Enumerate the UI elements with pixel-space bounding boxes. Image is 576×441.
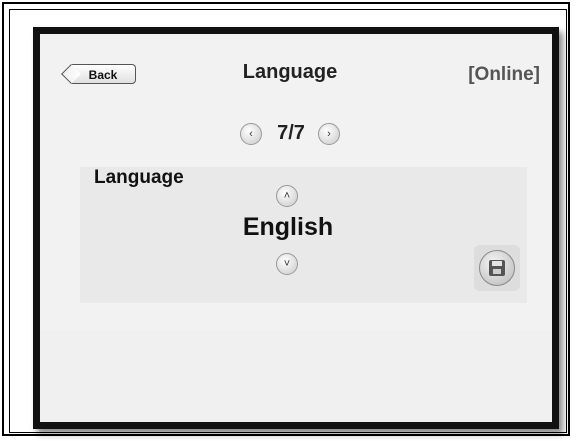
back-button-label: Back	[88, 68, 118, 82]
chevron-left-icon: ‹	[249, 128, 253, 140]
setting-label: Language	[94, 167, 184, 188]
setting-value: English	[242, 213, 334, 241]
blank-area	[40, 329, 552, 422]
device-screen: Back Language [Online] ‹ 7/7 › Language …	[33, 27, 559, 429]
connection-status: [Online]	[468, 64, 540, 85]
floppy-disk-icon	[489, 260, 505, 276]
chevron-down-icon: ˅	[283, 258, 291, 270]
setting-panel: Language ˄ English ˅	[80, 167, 527, 303]
back-button[interactable]: Back	[70, 64, 136, 84]
chevron-right-icon: ›	[327, 128, 331, 140]
save-button-disc	[479, 250, 515, 286]
chevron-up-icon: ˄	[283, 190, 291, 202]
save-button[interactable]	[474, 245, 520, 291]
page-title: Language	[242, 61, 338, 83]
value-down-button[interactable]: ˅	[276, 253, 298, 275]
pager: ‹ 7/7 ›	[240, 121, 350, 147]
value-up-button[interactable]: ˄	[276, 185, 298, 207]
prev-page-button[interactable]: ‹	[240, 123, 262, 145]
next-page-button[interactable]: ›	[318, 123, 340, 145]
page-indicator: 7/7	[277, 122, 305, 144]
